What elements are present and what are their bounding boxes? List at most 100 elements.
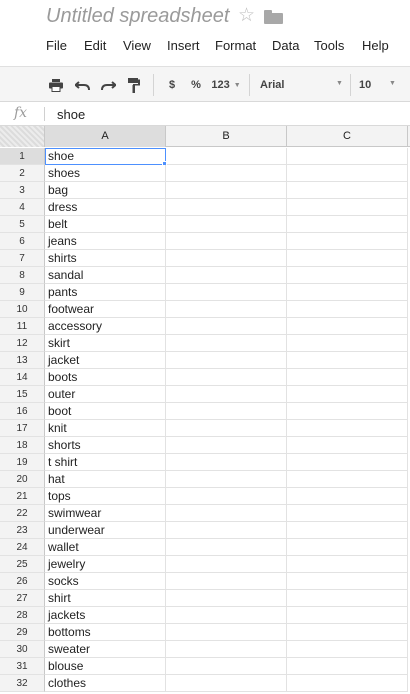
- cell-c[interactable]: [287, 420, 408, 437]
- cell-c[interactable]: [287, 148, 408, 165]
- row-header[interactable]: 23: [0, 522, 45, 539]
- cell-a[interactable]: skirt: [45, 335, 166, 352]
- row-header[interactable]: 27: [0, 590, 45, 607]
- folder-icon[interactable]: [264, 10, 283, 24]
- column-header-a[interactable]: A: [45, 126, 166, 147]
- row-header[interactable]: 26: [0, 573, 45, 590]
- row-header[interactable]: 17: [0, 420, 45, 437]
- cell-b[interactable]: [166, 386, 287, 403]
- row-header[interactable]: 19: [0, 454, 45, 471]
- document-title[interactable]: Untitled spreadsheet: [46, 5, 229, 28]
- cell-c[interactable]: [287, 624, 408, 641]
- select-all-corner[interactable]: [0, 126, 45, 147]
- menu-edit[interactable]: Edit: [84, 38, 106, 53]
- column-header-c[interactable]: C: [287, 126, 408, 147]
- menu-format[interactable]: Format: [215, 38, 256, 53]
- cell-a[interactable]: shoe: [45, 148, 166, 165]
- cell-a[interactable]: sweater: [45, 641, 166, 658]
- row-header[interactable]: 5: [0, 216, 45, 233]
- cell-a[interactable]: wallet: [45, 539, 166, 556]
- row-header[interactable]: 21: [0, 488, 45, 505]
- row-header[interactable]: 11: [0, 318, 45, 335]
- cell-b[interactable]: [166, 301, 287, 318]
- cell-c[interactable]: [287, 165, 408, 182]
- row-header[interactable]: 9: [0, 284, 45, 301]
- cell-a[interactable]: jewelry: [45, 556, 166, 573]
- row-header[interactable]: 29: [0, 624, 45, 641]
- cell-c[interactable]: [287, 488, 408, 505]
- cell-c[interactable]: [287, 556, 408, 573]
- cell-c[interactable]: [287, 403, 408, 420]
- row-header[interactable]: 1: [0, 148, 45, 165]
- cell-c[interactable]: [287, 250, 408, 267]
- row-header[interactable]: 8: [0, 267, 45, 284]
- cell-c[interactable]: [287, 216, 408, 233]
- cell-a[interactable]: bag: [45, 182, 166, 199]
- cell-b[interactable]: [166, 624, 287, 641]
- row-header[interactable]: 6: [0, 233, 45, 250]
- cell-c[interactable]: [287, 182, 408, 199]
- cell-a[interactable]: pants: [45, 284, 166, 301]
- cell-c[interactable]: [287, 539, 408, 556]
- row-header[interactable]: 30: [0, 641, 45, 658]
- cell-b[interactable]: [166, 573, 287, 590]
- cell-c[interactable]: [287, 522, 408, 539]
- cell-b[interactable]: [166, 148, 287, 165]
- paint-format-icon[interactable]: [125, 75, 143, 95]
- cell-c[interactable]: [287, 301, 408, 318]
- row-header[interactable]: 16: [0, 403, 45, 420]
- row-header[interactable]: 2: [0, 165, 45, 182]
- cell-b[interactable]: [166, 403, 287, 420]
- cell-b[interactable]: [166, 267, 287, 284]
- cell-c[interactable]: [287, 675, 408, 692]
- cell-c[interactable]: [287, 369, 408, 386]
- number-format-dropdown[interactable]: 123 ▼: [209, 75, 243, 95]
- cell-c[interactable]: [287, 233, 408, 250]
- cell-a[interactable]: t shirt: [45, 454, 166, 471]
- menu-help[interactable]: Help: [362, 38, 389, 53]
- currency-format-button[interactable]: $: [165, 75, 179, 95]
- cell-c[interactable]: [287, 505, 408, 522]
- row-header[interactable]: 3: [0, 182, 45, 199]
- cell-a[interactable]: clothes: [45, 675, 166, 692]
- row-header[interactable]: 32: [0, 675, 45, 692]
- row-header[interactable]: 18: [0, 437, 45, 454]
- cell-c[interactable]: [287, 607, 408, 624]
- row-header[interactable]: 20: [0, 471, 45, 488]
- cell-b[interactable]: [166, 369, 287, 386]
- percent-format-button[interactable]: %: [189, 75, 203, 95]
- menu-data[interactable]: Data: [272, 38, 299, 53]
- cell-a[interactable]: shoes: [45, 165, 166, 182]
- row-header[interactable]: 7: [0, 250, 45, 267]
- cell-a[interactable]: hat: [45, 471, 166, 488]
- print-icon[interactable]: [47, 75, 65, 95]
- cell-a[interactable]: bottoms: [45, 624, 166, 641]
- cell-c[interactable]: [287, 641, 408, 658]
- cell-c[interactable]: [287, 573, 408, 590]
- menu-view[interactable]: View: [123, 38, 151, 53]
- cell-b[interactable]: [166, 590, 287, 607]
- row-header[interactable]: 13: [0, 352, 45, 369]
- cell-c[interactable]: [287, 437, 408, 454]
- cell-a[interactable]: accessory: [45, 318, 166, 335]
- cell-a[interactable]: boots: [45, 369, 166, 386]
- cell-b[interactable]: [166, 471, 287, 488]
- cell-a[interactable]: boot: [45, 403, 166, 420]
- formula-input[interactable]: shoe: [57, 107, 85, 122]
- cell-c[interactable]: [287, 284, 408, 301]
- cell-c[interactable]: [287, 318, 408, 335]
- cell-a[interactable]: jackets: [45, 607, 166, 624]
- cell-c[interactable]: [287, 590, 408, 607]
- cell-b[interactable]: [166, 284, 287, 301]
- cell-a[interactable]: tops: [45, 488, 166, 505]
- row-header[interactable]: 12: [0, 335, 45, 352]
- undo-icon[interactable]: [73, 75, 91, 95]
- cell-a[interactable]: sandal: [45, 267, 166, 284]
- cell-b[interactable]: [166, 233, 287, 250]
- row-header[interactable]: 28: [0, 607, 45, 624]
- row-header[interactable]: 10: [0, 301, 45, 318]
- column-header-b[interactable]: B: [166, 126, 287, 147]
- cell-c[interactable]: [287, 454, 408, 471]
- cell-a[interactable]: knit: [45, 420, 166, 437]
- cell-a[interactable]: footwear: [45, 301, 166, 318]
